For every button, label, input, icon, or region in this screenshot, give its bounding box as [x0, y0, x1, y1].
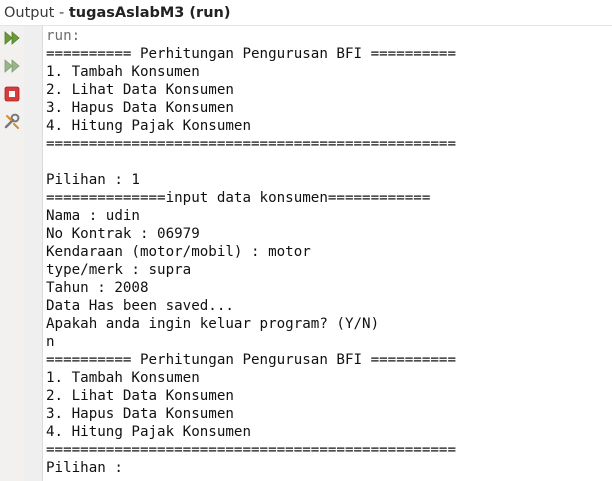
console-input-line[interactable]: Pilihan :: [46, 459, 606, 477]
output-title-project: tugasAslabM3 (run): [68, 5, 231, 21]
console-output[interactable]: run: ========== Perhitungan Pengurusan B…: [46, 27, 606, 479]
console-line: ========================================…: [46, 442, 456, 458]
output-title-bar[interactable]: Output - tugasAslabM3 (run): [0, 0, 612, 26]
wrench-icon: [4, 113, 20, 129]
console-line: No Kontrak : 06979: [46, 226, 200, 242]
console-line: n: [46, 334, 55, 350]
console-line: 3. Hapus Data Konsumen: [46, 406, 234, 422]
console-line: 1. Tambah Konsumen: [46, 370, 200, 386]
console-line: run:: [46, 28, 81, 44]
console-line: 4. Hitung Pajak Konsumen: [46, 424, 251, 440]
console-line: Pilihan : 1: [46, 172, 140, 188]
stop-icon: [4, 86, 20, 102]
console-line: 1. Tambah Konsumen: [46, 64, 200, 80]
console-line: ==============input data konsumen=======…: [46, 190, 431, 206]
console-line: Data Has been saved...: [46, 298, 234, 314]
console-line: Nama : udin: [46, 208, 140, 224]
console-line: type/merk : supra: [46, 262, 192, 278]
console-line: 2. Lihat Data Konsumen: [46, 388, 234, 404]
settings-button[interactable]: [3, 112, 21, 130]
output-title-prefix: Output -: [4, 5, 69, 21]
console-line: Tahun : 2008: [46, 280, 149, 296]
double-play-icon: [4, 31, 20, 45]
output-toolbar: [0, 26, 24, 481]
rerun-button[interactable]: [3, 29, 21, 47]
output-window: Output - tugasAslabM3 (run) run: =======…: [0, 0, 612, 481]
console-line: Apakah anda ingin keluar program? (Y/N): [46, 316, 380, 332]
double-play-icon: [4, 59, 20, 73]
console-line: 3. Hapus Data Konsumen: [46, 100, 234, 116]
console-line: ========== Perhitungan Pengurusan BFI ==…: [46, 46, 456, 62]
rerun-with-params-button[interactable]: [3, 57, 21, 75]
console-line: Kendaraan (motor/mobil) : motor: [46, 244, 311, 260]
stop-button[interactable]: [3, 85, 21, 103]
console-line: 4. Hitung Pajak Konsumen: [46, 118, 251, 134]
console-line: 2. Lihat Data Konsumen: [46, 82, 234, 98]
console-line: ========================================…: [46, 136, 456, 152]
console-line: ========== Perhitungan Pengurusan BFI ==…: [46, 352, 456, 368]
output-gutter: [24, 26, 43, 481]
